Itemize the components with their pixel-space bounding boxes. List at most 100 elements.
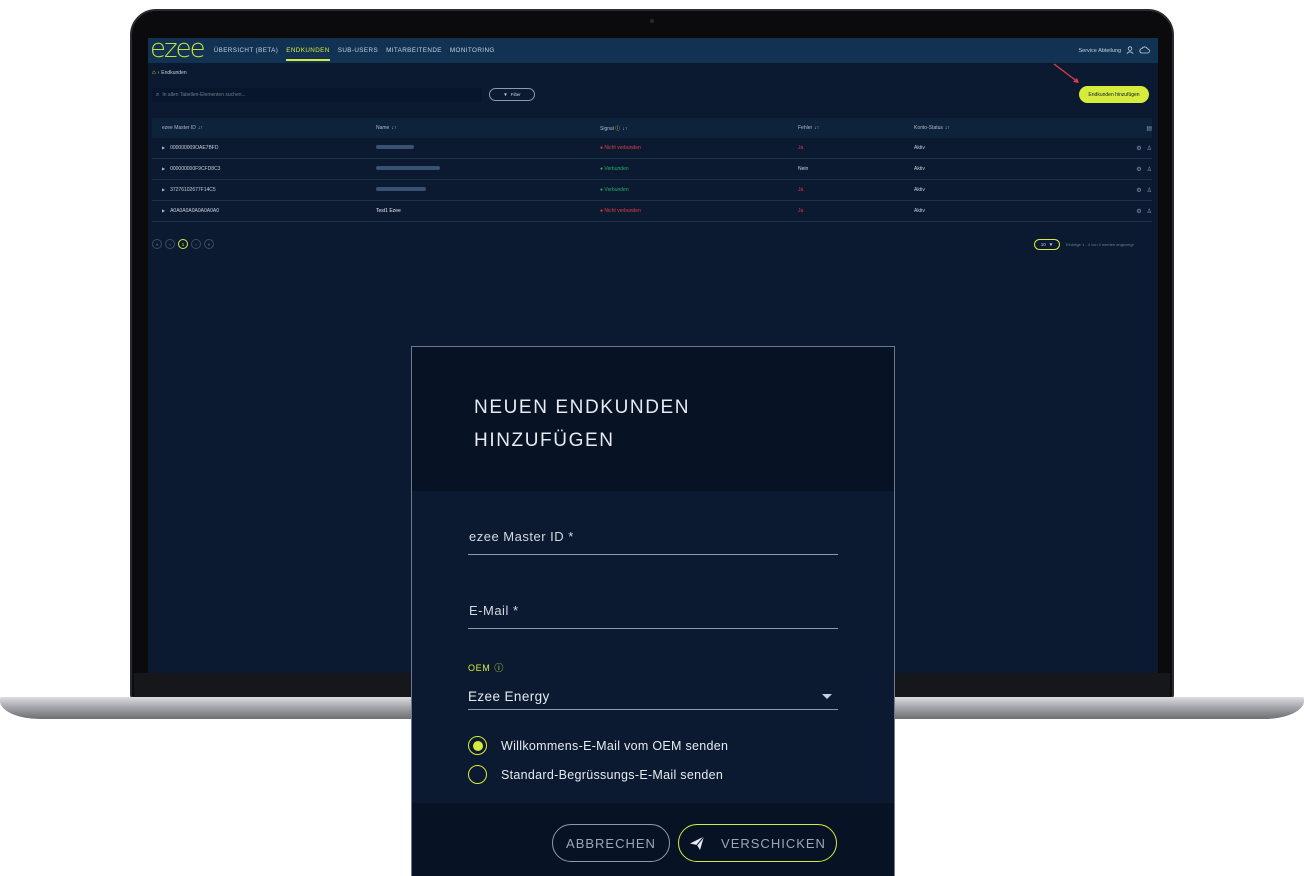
konto-status: Aktiv [914, 187, 925, 193]
signal-status: ● Verbunden [600, 187, 629, 193]
table-row[interactable]: ▶ 37276102677F14C5 ● Verbunden Ja Aktiv ⚙… [152, 180, 1152, 201]
radio-button-selected[interactable] [468, 736, 487, 755]
prev-page-icon[interactable]: ‹ [165, 239, 175, 249]
modal-body: ezee Master ID * E-Mail * OEM ⓘ Ezee Ene… [412, 491, 894, 784]
expand-icon[interactable]: ▶ [162, 208, 165, 213]
radio-button[interactable] [468, 765, 487, 784]
send-icon [690, 836, 705, 850]
settings-icon[interactable]: ⚙ [1136, 187, 1141, 194]
customer-table: ezee Master ID ↓↑ Name ↓↑ Signal ⓘ ↓↑ Fehle… [152, 118, 1152, 222]
col-fehler[interactable]: Fehler ↓↑ [798, 125, 914, 131]
oem-select[interactable]: Ezee Energy [468, 684, 838, 710]
email-field[interactable]: E-Mail * [468, 601, 838, 629]
cloud-icon[interactable] [1139, 46, 1150, 56]
radio-dot [472, 740, 483, 751]
page-size-select[interactable]: 10 ▼ [1034, 239, 1060, 250]
nav-item-mitarbeitende[interactable]: MITARBEITENDE [386, 43, 442, 58]
filter-icon: ▼ [503, 92, 508, 97]
send-button[interactable]: VERSCHICKEN [678, 824, 837, 862]
breadcrumb-separator: › [157, 70, 160, 76]
col-konto-status[interactable]: Konto-Status ↓↑ [914, 125, 1126, 131]
nav-item-monitoring[interactable]: MONITORING [450, 43, 495, 58]
table-row[interactable]: ▶ 000000009OAE7BFD ● Nicht verbunden Ja A… [152, 138, 1152, 159]
next-page-icon[interactable]: › [191, 239, 201, 249]
settings-icon[interactable]: ⚙ [1136, 166, 1141, 173]
page-info: Einträge 1 - 4 von 4 werden angezeigt [1066, 242, 1134, 247]
sort-icon[interactable]: ↓↑ [622, 126, 627, 132]
first-page-icon[interactable]: « [152, 239, 162, 249]
marketing-stage: ezee ÜBERSICHT (BETA) ENDKUNDEN SUB-USER… [0, 0, 1304, 876]
sort-icon[interactable]: ↓↑ [814, 125, 819, 131]
radio-oem-welcome[interactable]: Willkommens-E-Mail vom OEM senden [468, 736, 838, 755]
cancel-button[interactable]: ABBRECHEN [552, 824, 670, 862]
sort-icon[interactable]: ↓↑ [945, 125, 950, 131]
search-bar: ⌕ [152, 88, 482, 102]
search-icon: ⌕ [156, 91, 160, 98]
column-settings-icon[interactable]: ▤ [1126, 125, 1152, 132]
sort-icon[interactable]: ↓↑ [391, 125, 396, 131]
table-row[interactable]: ▶ A0A0A0A0A0A0A0A0 Test1 Ezee ● Nicht ver… [152, 201, 1152, 222]
blurred-name [376, 145, 414, 149]
expand-icon[interactable]: ▶ [162, 145, 165, 150]
sort-icon[interactable]: ↓↑ [198, 125, 203, 131]
master-id-field[interactable]: ezee Master ID * [468, 527, 838, 555]
page-number[interactable]: 1 [178, 239, 188, 249]
laptop-camera [650, 19, 654, 23]
modal-title: NEUEN ENDKUNDEN HINZUFÜGEN [474, 397, 691, 451]
app-header: ezee ÜBERSICHT (BETA) ENDKUNDEN SUB-USER… [148, 38, 1158, 64]
dropdown-arrow-icon [822, 694, 832, 699]
status-dot: ● [600, 208, 604, 214]
user-icon[interactable]: ♙ [1147, 187, 1152, 194]
main-nav: ÜBERSICHT (BETA) ENDKUNDEN SUB-USERS MIT… [214, 43, 495, 61]
chevron-down-icon: ▼ [1048, 242, 1054, 247]
blurred-name [376, 166, 440, 170]
user-icon[interactable] [1126, 46, 1134, 56]
signal-status: ● Nicht verbunden [600, 145, 641, 151]
master-id: 000000000F9CFD8C3 [170, 166, 221, 172]
user-icon[interactable]: ♙ [1147, 145, 1152, 152]
filter-button[interactable]: ▼ Filter [489, 88, 535, 101]
settings-icon[interactable]: ⚙ [1136, 145, 1141, 152]
expand-icon[interactable]: ▶ [162, 187, 165, 192]
filter-label: Filter [510, 92, 521, 97]
konto-status: Aktiv [914, 145, 925, 151]
email-option-group: Willkommens-E-Mail vom OEM senden Standa… [468, 736, 838, 784]
info-icon: ⓘ [615, 125, 621, 132]
radio-standard-welcome[interactable]: Standard-Begrüssungs-E-Mail senden [468, 765, 838, 784]
col-name[interactable]: Name ↓↑ [376, 125, 600, 131]
nav-item-uebersicht[interactable]: ÜBERSICHT (BETA) [214, 43, 279, 58]
expand-icon[interactable]: ▶ [162, 166, 165, 171]
oem-label: OEM ⓘ [468, 661, 504, 674]
email-input[interactable] [468, 601, 838, 628]
master-id-input[interactable] [468, 527, 838, 554]
modal-footer: ABBRECHEN VERSCHICKEN [412, 803, 894, 876]
col-master-id[interactable]: ezee Master ID ↓↑ [152, 125, 376, 131]
user-icon[interactable]: ♙ [1147, 208, 1152, 215]
user-area: Service Abteilung [1079, 46, 1151, 56]
col-signal[interactable]: Signal ⓘ ↓↑ [600, 125, 798, 132]
user-icon[interactable]: ♙ [1147, 166, 1152, 173]
table-row[interactable]: ▶ 000000000F9CFD8C3 ● Verbunden Nein Akti… [152, 159, 1152, 180]
konto-status: Aktiv [914, 208, 925, 214]
signal-status: ● Verbunden [600, 166, 629, 172]
master-id: 37276102677F14C5 [170, 187, 216, 193]
settings-icon[interactable]: ⚙ [1136, 208, 1141, 215]
konto-status: Aktiv [914, 166, 925, 172]
last-page-icon[interactable]: » [204, 239, 214, 249]
pagination: « ‹ 1 › » [152, 239, 214, 249]
user-name[interactable]: Service Abteilung [1079, 48, 1122, 54]
send-label: VERSCHICKEN [721, 835, 826, 851]
status-dot: ● [600, 187, 604, 193]
nav-item-sub-users[interactable]: SUB-USERS [338, 43, 378, 58]
add-customer-button[interactable]: Endkunden hinzufügen [1079, 86, 1149, 103]
oem-value: Ezee Energy [468, 689, 550, 704]
info-icon[interactable]: ⓘ [494, 661, 504, 674]
breadcrumb: ⌂ › Endkunden [152, 70, 187, 76]
nav-item-endkunden[interactable]: ENDKUNDEN [286, 43, 331, 61]
home-icon[interactable]: ⌂ [152, 70, 156, 76]
breadcrumb-current: Endkunden [161, 70, 187, 76]
ezee-logo[interactable]: ezee [150, 38, 206, 64]
status-dot: ● [600, 166, 604, 172]
fehler-value: Ja [798, 208, 804, 214]
search-input[interactable] [162, 92, 463, 98]
